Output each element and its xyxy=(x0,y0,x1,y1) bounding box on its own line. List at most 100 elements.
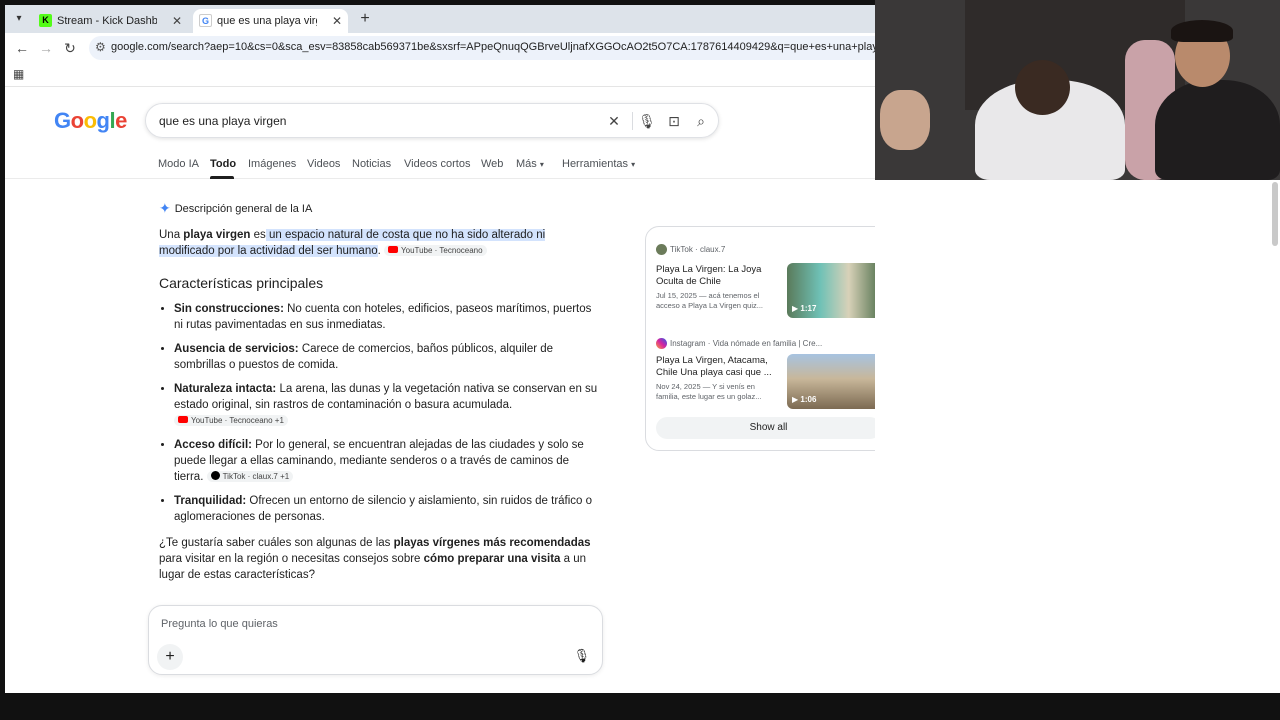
video-thumbnail[interactable]: ▶ 1:06 xyxy=(787,354,875,409)
close-icon[interactable]: ✕ xyxy=(172,9,182,33)
search-icon[interactable]: ⌕ xyxy=(692,112,710,130)
section-title: Características principales xyxy=(159,275,324,291)
tab-title: Stream - Kick Dashboard xyxy=(57,15,157,27)
add-icon[interactable]: + xyxy=(157,644,183,670)
feature-title: Sin construcciones: xyxy=(174,303,284,315)
webcam-overlay xyxy=(875,0,1280,180)
ask-input-box[interactable]: Pregunta lo que quieras + 🎙 xyxy=(148,605,603,675)
browser-window: ▾ K Stream - Kick Dashboard ✕ G que es u… xyxy=(5,5,875,693)
google-logo[interactable]: Google xyxy=(54,108,127,134)
tab-mas-label: Más xyxy=(516,158,537,170)
closing-text: para visitar en la región o necesitas co… xyxy=(159,553,424,565)
logo-letter: g xyxy=(96,108,110,133)
source-platform: Instagram xyxy=(670,339,706,348)
tab-videos[interactable]: Videos xyxy=(307,158,340,170)
source-title[interactable]: Playa La Virgen: La Joya Oculta de Chile xyxy=(656,264,776,288)
logo-letter: o xyxy=(83,108,97,133)
waving-hand xyxy=(880,90,930,150)
tab-web[interactable]: Web xyxy=(481,158,503,170)
bottom-bar xyxy=(0,693,1280,720)
close-icon[interactable]: ✕ xyxy=(332,9,342,33)
feature-title: Ausencia de servicios: xyxy=(174,343,299,355)
tab-noticias[interactable]: Noticias xyxy=(352,158,391,170)
show-all-button[interactable]: Show all xyxy=(656,417,875,439)
duration-label: 1:06 xyxy=(800,395,817,404)
feature-title: Acceso difícil: xyxy=(174,439,252,451)
divider xyxy=(632,112,633,130)
reload-icon[interactable]: ↻ xyxy=(61,39,79,57)
tab-herramientas[interactable]: Herramientas ▾ xyxy=(562,158,635,170)
apps-grid-icon[interactable]: ▦ xyxy=(13,68,25,80)
chip-label: YouTube · Tecnoceano +1 xyxy=(191,416,284,425)
source-chip[interactable]: YouTube · Tecnoceano +1 xyxy=(174,415,288,426)
microphone-icon[interactable]: 🎙 xyxy=(573,648,590,664)
source-chip[interactable]: YouTube · Tecnoceano xyxy=(384,245,487,256)
tab-todo[interactable]: Todo xyxy=(210,158,236,170)
scrollbar-thumb[interactable] xyxy=(1272,182,1278,246)
source-snippet: Nov 24, 2025 — Y si venís en familia, es… xyxy=(656,382,762,401)
person-head xyxy=(1015,60,1070,115)
microphone-icon[interactable]: 🎙 xyxy=(638,112,656,130)
source-header: Instagram · Vida nómade en familia | Cre… xyxy=(656,338,822,349)
source-author: Vida nómade en familia | Cre... xyxy=(712,339,823,348)
address-bar[interactable]: ⚙ google.com/search?aep=10&cs=0&sca_esv=… xyxy=(89,36,875,60)
youtube-icon xyxy=(178,416,188,423)
tab-herramientas-label: Herramientas xyxy=(562,158,629,170)
source-author: claux.7 xyxy=(699,245,726,254)
intro-bold: playa virgen xyxy=(183,229,251,241)
sources-panel: TikTok · claux.7 ⋮ Playa La Virgen: La J… xyxy=(645,226,875,451)
logo-letter: G xyxy=(54,108,71,133)
video-duration: ▶ 1:17 xyxy=(792,304,817,313)
tab-search-icon[interactable]: ▾ xyxy=(11,11,27,27)
ask-input[interactable]: Pregunta lo que quieras xyxy=(161,618,278,630)
closing-bold: playas vírgenes más recomendadas xyxy=(393,537,591,549)
features-list: Sin construcciones: No cuenta con hotele… xyxy=(174,301,599,525)
forward-arrow-icon[interactable]: → xyxy=(37,39,55,57)
search-input[interactable]: que es una playa virgen ✕ 🎙 ⊡ ⌕ xyxy=(145,103,719,138)
feature-title: Naturaleza intacta: xyxy=(174,383,277,395)
source-chip[interactable]: TikTok · claux.7 +1 xyxy=(206,471,294,482)
tiktok-avatar-icon xyxy=(656,244,667,255)
source-title[interactable]: Playa La Virgen, Atacama, Chile Una play… xyxy=(656,355,776,379)
list-item: Ausencia de servicios: Carece de comerci… xyxy=(174,341,599,373)
search-query[interactable]: que es una playa virgen xyxy=(159,114,286,128)
closing-paragraph: ¿Te gustaría saber cuáles son algunas de… xyxy=(159,535,599,583)
logo-letter: e xyxy=(115,108,127,133)
tab-kick-dashboard[interactable]: K Stream - Kick Dashboard ✕ xyxy=(33,9,188,33)
tab-google-search[interactable]: G que es una playa virgen - Busca ✕ xyxy=(193,9,348,33)
duration-label: 1:17 xyxy=(800,304,817,313)
site-info-icon[interactable]: ⚙ xyxy=(95,40,106,54)
clear-icon[interactable]: ✕ xyxy=(605,112,623,130)
video-duration: ▶ 1:06 xyxy=(792,395,817,404)
back-arrow-icon[interactable]: ← xyxy=(13,39,31,57)
instagram-icon xyxy=(656,338,667,349)
lens-icon[interactable]: ⊡ xyxy=(665,112,683,130)
sparkle-icon: ✦ xyxy=(159,200,171,216)
tiktok-icon xyxy=(210,471,220,480)
ai-overview-heading: ✦ Descripción general de la IA xyxy=(159,200,312,217)
intro-pre: Una xyxy=(159,229,184,241)
list-item: Naturaleza intacta: La arena, las dunas … xyxy=(174,381,599,429)
tab-strip: ▾ K Stream - Kick Dashboard ✕ G que es u… xyxy=(5,5,875,33)
kick-icon: K xyxy=(39,14,52,27)
chip-label: TikTok · claux.7 +1 xyxy=(222,472,290,481)
feature-title: Tranquilidad: xyxy=(174,495,247,507)
new-tab-button[interactable]: + xyxy=(355,9,375,29)
chip-label: YouTube · Tecnoceano xyxy=(401,246,483,255)
tab-mas[interactable]: Más ▾ xyxy=(516,158,544,170)
browser-toolbar: ← → ↻ ⚙ google.com/search?aep=10&cs=0&sc… xyxy=(5,33,875,63)
google-icon: G xyxy=(199,14,212,27)
video-thumbnail[interactable]: ▶ 1:17 xyxy=(787,263,875,318)
list-item: Sin construcciones: No cuenta con hotele… xyxy=(174,301,599,333)
logo-letter: o xyxy=(70,108,84,133)
search-tabs: Modo IA Todo Imágenes Videos Noticias Vi… xyxy=(5,155,875,179)
closing-text: ¿Te gustaría saber cuáles son algunas de… xyxy=(159,537,394,549)
person-hair xyxy=(1171,20,1233,42)
closing-bold: cómo preparar una visita xyxy=(423,553,561,565)
url-text: google.com/search?aep=10&cs=0&sca_esv=83… xyxy=(111,41,875,53)
tab-modo-ia[interactable]: Modo IA xyxy=(158,158,199,170)
youtube-icon xyxy=(388,246,399,253)
tab-imagenes[interactable]: Imágenes xyxy=(248,158,296,170)
ai-overview-content: Una playa virgen es un espacio natural d… xyxy=(159,227,599,583)
tab-videos-cortos[interactable]: Videos cortos xyxy=(404,158,470,170)
